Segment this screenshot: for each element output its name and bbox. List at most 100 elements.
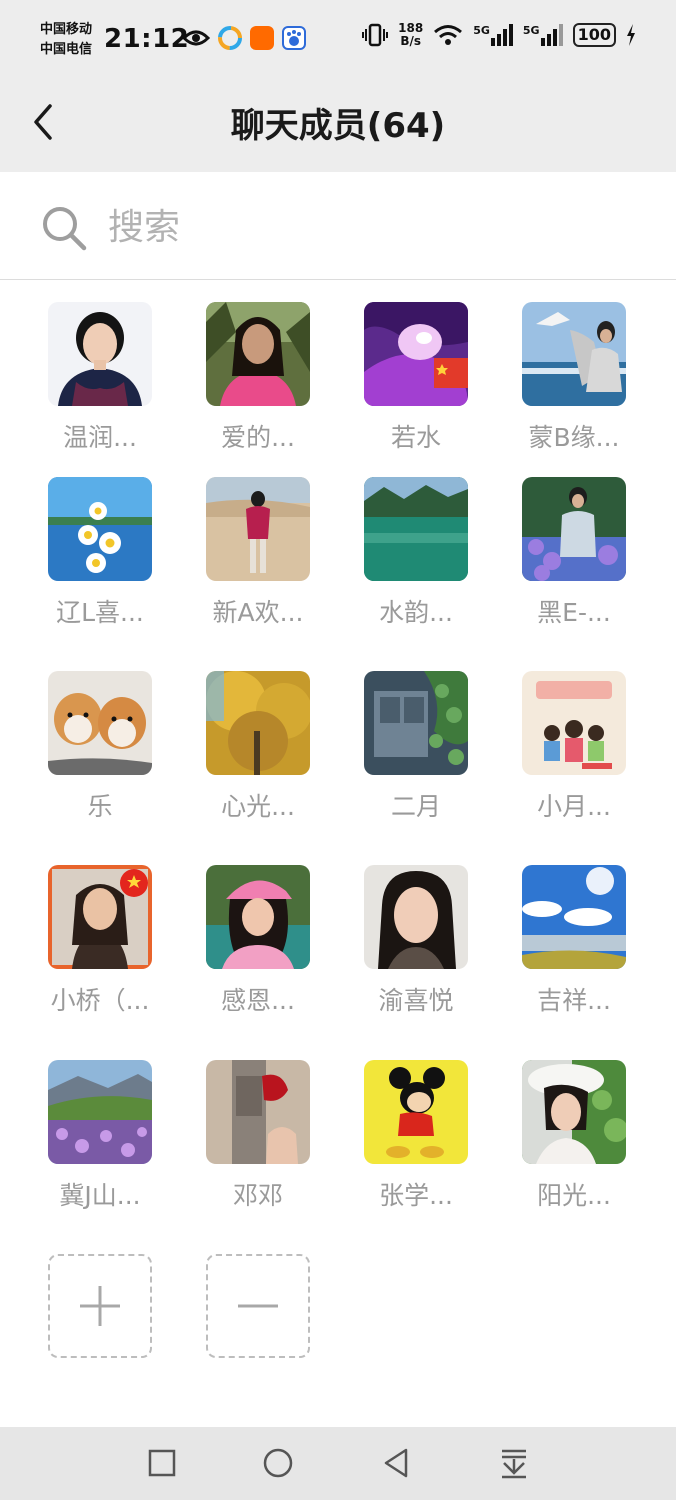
add-member-button[interactable] [48,1254,152,1358]
carrier-1: 中国移动 [40,22,93,37]
avatar [206,302,310,406]
member-item[interactable]: 冀J山... [30,1060,170,1230]
member-name: 吉祥... [537,986,611,1015]
avatar [48,302,152,406]
signal-1-label: 5G [473,24,490,37]
system-navigation-bar [0,1427,676,1500]
avatar [364,302,468,406]
member-item[interactable]: 小月... [504,671,644,841]
member-item[interactable]: 心光... [188,671,328,841]
member-item[interactable]: 二月 [346,671,486,841]
page-title: 聊天成员(64) [230,106,446,146]
avatar [522,671,626,775]
member-name: 辽L喜... [56,598,144,627]
member-name: 若水 [390,423,441,452]
notification-pull-button[interactable] [496,1445,532,1481]
avatar [206,671,310,775]
member-item[interactable]: 乐 [30,671,170,841]
avatar [48,671,152,775]
member-item[interactable]: 吉祥... [504,865,644,1035]
member-name: 水韵... [379,598,453,627]
net-speed-unit: B/s [400,34,422,48]
charging-icon [627,24,635,46]
carrier-2: 中国电信 [40,42,93,57]
member-item[interactable]: 阳光... [504,1060,644,1230]
member-name: 邓邓 [232,1181,283,1210]
home-button[interactable] [260,1445,296,1481]
member-item[interactable]: 蒙B缘... [504,302,644,472]
plus-icon [80,1286,120,1326]
taobao-app-icon [250,26,274,50]
avatar [522,865,626,969]
avatar [206,477,310,581]
status-system-icons: 188 B/s 5G 5G 100 [362,22,636,48]
avatar [364,1060,468,1164]
member-item[interactable]: 若水 [346,302,486,472]
browser-app-icon [218,26,242,50]
carrier-labels: 中国移动 中国电信 [40,20,92,60]
search-bar [0,172,676,280]
member-name: 蒙B缘... [528,423,620,452]
avatar [206,865,310,969]
member-item[interactable]: 张学... [346,1060,486,1230]
member-name: 阳光... [537,1181,611,1210]
back-icon [384,1448,408,1478]
recent-apps-button[interactable] [144,1445,180,1481]
avatar [364,477,468,581]
member-name: 爱的... [221,423,295,452]
member-item[interactable]: 黑E-... [504,477,644,647]
member-name: 小桥（... [50,986,150,1015]
signal-2: 5G [523,24,563,46]
member-name: 感恩... [221,986,295,1015]
home-icon [263,1448,293,1478]
status-bar: 中国移动 中国电信 21:12 188 B/s 5G 5G 100 [0,0,676,80]
avatar [364,671,468,775]
member-name: 二月 [390,792,441,821]
recent-apps-icon [148,1449,176,1477]
status-time: 21:12 [104,24,190,54]
search-input[interactable] [108,198,628,256]
member-name: 小月... [537,792,611,821]
member-item[interactable]: 新A欢... [188,477,328,647]
member-name: 乐 [87,792,113,821]
member-item[interactable]: 邓邓 [188,1060,328,1230]
member-name: 冀J山... [59,1181,141,1210]
signal-1: 5G [473,24,513,46]
avatar [364,865,468,969]
member-name: 温润... [63,423,137,452]
member-item[interactable]: 水韵... [346,477,486,647]
member-item[interactable]: 小桥（... [30,865,170,1035]
battery-indicator: 100 [572,23,616,47]
member-item[interactable]: 感恩... [188,865,328,1035]
baidu-app-icon [282,26,306,50]
status-app-icons [182,26,306,50]
member-name: 新A欢... [212,598,304,627]
minus-icon [238,1304,278,1308]
member-item[interactable]: 温润... [30,302,170,472]
wifi-icon [434,25,463,45]
avatar [522,1060,626,1164]
search-icon [43,207,87,251]
avatar [48,1060,152,1164]
avatar [206,1060,310,1164]
signal-bars-icon [490,24,513,46]
notification-pull-icon [502,1449,526,1479]
member-item[interactable]: 爱的... [188,302,328,472]
member-item[interactable]: 辽L喜... [30,477,170,647]
remove-member-button[interactable] [206,1254,310,1358]
member-item[interactable]: 渝喜悦 [346,865,486,1035]
title-bar: 聊天成员(64) [0,80,676,172]
avatar [522,302,626,406]
member-name: 心光... [221,792,295,821]
network-speed: 188 B/s [398,22,423,48]
signal-bars-icon [540,24,563,46]
avatar [48,865,152,969]
vibrate-icon [362,23,389,47]
member-name: 黑E-... [537,598,611,627]
avatar [522,477,626,581]
avatar [48,477,152,581]
member-name: 渝喜悦 [378,986,454,1015]
eye-icon [182,30,210,46]
system-back-button[interactable] [378,1445,414,1481]
signal-2-label: 5G [522,24,540,37]
